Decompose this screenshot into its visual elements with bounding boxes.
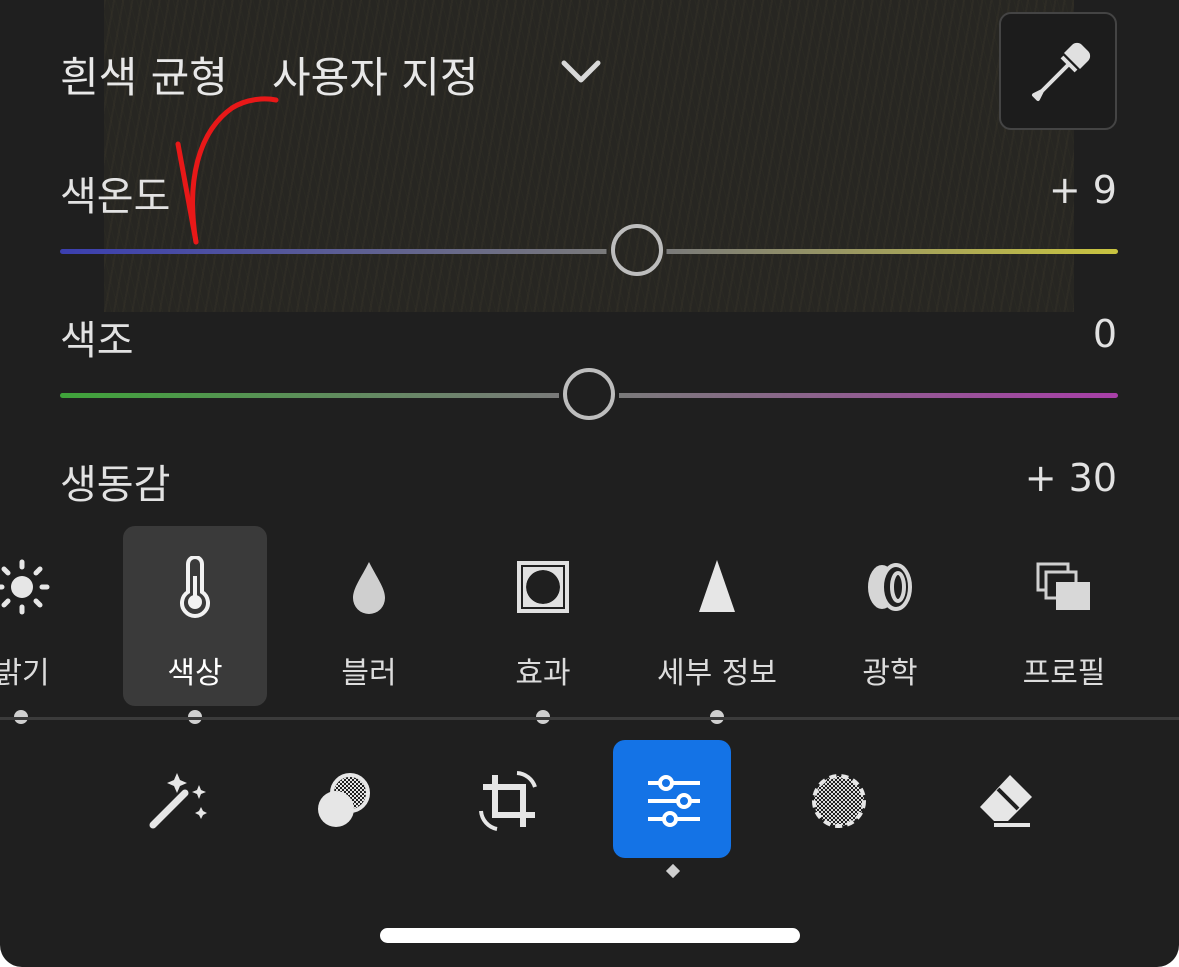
profile-stack-icon <box>1036 562 1090 610</box>
tint-value: 0 <box>1092 312 1117 356</box>
tool-light-label: 밝기 <box>0 656 50 691</box>
magic-wand-icon <box>149 773 207 829</box>
tint-slider-thumb[interactable] <box>563 368 615 420</box>
vibrance-label: 생동감 <box>60 462 171 508</box>
divider <box>0 717 1179 720</box>
nav-remove[interactable] <box>943 740 1061 858</box>
tool-strip: 밝기 색상 블러 효과 세부 정보 광학 프로필 <box>0 512 1179 718</box>
tool-optics-label: 광학 <box>862 656 918 691</box>
tool-effects-label: 효과 <box>515 656 571 691</box>
tool-optics[interactable]: 광학 <box>818 526 962 706</box>
thermometer-icon <box>180 556 210 618</box>
tool-blur-label: 블러 <box>341 656 397 691</box>
tool-detail-label: 세부 정보 <box>657 656 777 691</box>
adjust-sliders-icon <box>648 775 700 827</box>
nav-edit[interactable] <box>613 740 731 858</box>
droplet-icon <box>353 562 385 614</box>
white-balance-dropdown[interactable]: 사용자 지정 <box>272 44 479 105</box>
eraser-icon <box>980 775 1032 827</box>
nav-heal[interactable] <box>283 740 401 858</box>
annotation-arrow <box>175 96 279 245</box>
chevron-down-icon[interactable] <box>560 54 602 90</box>
vignette-icon <box>517 561 569 613</box>
home-indicator[interactable] <box>380 928 800 943</box>
crop-rotate-icon <box>479 771 537 831</box>
triangle-icon <box>699 560 735 612</box>
tool-profile-label: 프로필 <box>1022 656 1106 691</box>
heal-icon <box>318 773 370 827</box>
sun-icon <box>0 559 50 615</box>
tool-light[interactable]: 밝기 <box>0 526 94 706</box>
nav-active-indicator <box>665 863 681 879</box>
nav-auto[interactable] <box>118 740 236 858</box>
eyedropper-icon <box>1032 42 1091 101</box>
tool-profile[interactable]: 프로필 <box>992 526 1136 706</box>
mask-icon <box>812 774 866 828</box>
temperature-value: + 9 <box>1048 168 1117 212</box>
editor-panel: 흰색 균형 사용자 지정 색온도 + 9 색조 0 생동감 + 30 밝기 색상… <box>0 0 1179 967</box>
tool-blur[interactable]: 블러 <box>297 526 441 706</box>
temperature-label: 색온도 <box>60 174 171 220</box>
nav-crop[interactable] <box>448 740 566 858</box>
lens-icon <box>868 563 912 611</box>
tool-effects[interactable]: 효과 <box>471 526 615 706</box>
nav-mask[interactable] <box>778 740 896 858</box>
tool-color-label: 색상 <box>167 656 223 691</box>
eyedropper-button[interactable] <box>999 12 1117 130</box>
vibrance-value: + 30 <box>1024 456 1117 500</box>
tint-label: 색조 <box>60 318 134 364</box>
tool-detail[interactable]: 세부 정보 <box>645 526 789 706</box>
tool-color[interactable]: 색상 <box>123 526 267 706</box>
temperature-slider-thumb[interactable] <box>610 224 663 276</box>
